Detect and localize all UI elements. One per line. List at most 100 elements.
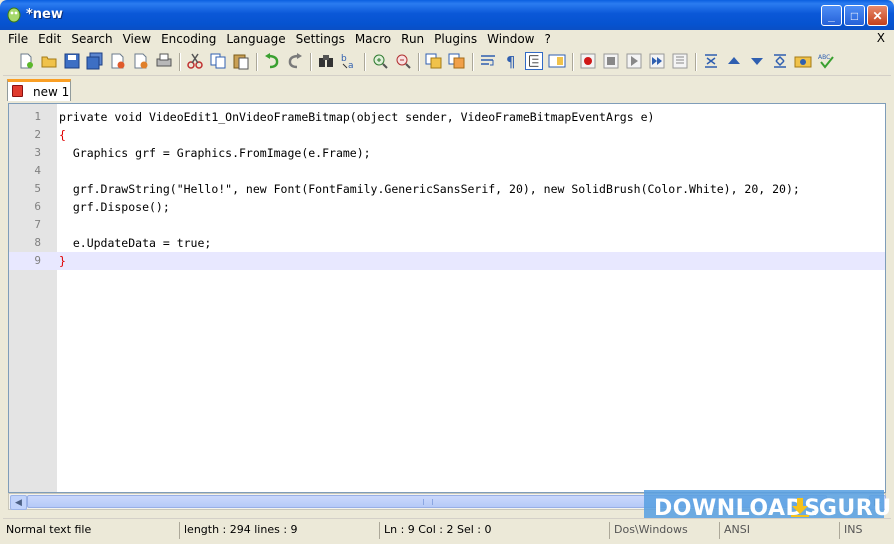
open-file-icon[interactable]: [40, 52, 58, 70]
status-eol: Dos\Windows: [614, 523, 688, 536]
toolbar-separator: [695, 53, 697, 71]
menu-edit[interactable]: Edit: [33, 30, 66, 48]
menu-macro[interactable]: Macro: [350, 30, 396, 48]
maximize-icon: □: [850, 9, 859, 23]
status-length: length : 294 lines : 9: [184, 523, 298, 536]
maximize-button[interactable]: □: [844, 5, 865, 26]
redo-icon[interactable]: [286, 52, 304, 70]
minimize-button[interactable]: _: [821, 5, 842, 26]
run-macro-multiple-icon[interactable]: [648, 52, 666, 70]
menu-view[interactable]: View: [118, 30, 156, 48]
status-file-type: Normal text file: [6, 523, 92, 536]
chevron-left-icon: ◀: [15, 497, 22, 507]
zoom-out-icon[interactable]: [394, 52, 412, 70]
code-line[interactable]: 5 grf.DrawString("Hello!", new Font(Font…: [9, 180, 885, 198]
unsaved-file-icon: [12, 85, 23, 97]
menu-language[interactable]: Language: [221, 30, 290, 48]
cut-icon[interactable]: [186, 52, 204, 70]
close-button[interactable]: ✕: [867, 5, 888, 26]
line-number: 3: [34, 146, 41, 159]
record-macro-icon[interactable]: [579, 52, 597, 70]
play-macro-icon[interactable]: [625, 52, 643, 70]
save-macro-icon[interactable]: [671, 52, 689, 70]
status-separator: [609, 522, 610, 539]
line-text: }: [59, 254, 66, 268]
status-insert-mode: INS: [844, 523, 863, 536]
close-file-icon[interactable]: [109, 52, 127, 70]
toolbar-separator: [472, 53, 474, 71]
line-text: e.UpdateData = true;: [59, 236, 212, 250]
toolbar-separator: [418, 53, 420, 71]
status-separator: [179, 522, 180, 539]
code-line[interactable]: 4: [9, 162, 885, 180]
save-all-icon[interactable]: [86, 52, 104, 70]
line-text: {: [59, 128, 66, 142]
toolbar: ba ¶ ABC: [3, 49, 891, 76]
code-line[interactable]: 8 e.UpdateData = true;: [9, 234, 885, 252]
stop-recording-icon[interactable]: [602, 52, 620, 70]
code-line[interactable]: 1 private void VideoEdit1_OnVideoFrameBit…: [9, 108, 885, 126]
toolbar-separator: [364, 53, 366, 71]
tab-new-1[interactable]: new 1: [7, 79, 71, 101]
menu-file[interactable]: File: [3, 30, 33, 48]
status-separator: [719, 522, 720, 539]
save-icon[interactable]: [63, 52, 81, 70]
sync-horizontal-icon[interactable]: [448, 52, 466, 70]
menu-search[interactable]: Search: [66, 30, 117, 48]
unfold-icon[interactable]: [771, 52, 789, 70]
new-file-icon[interactable]: [17, 52, 35, 70]
line-text: grf.Dispose();: [59, 200, 170, 214]
undo-icon[interactable]: [263, 52, 281, 70]
sync-vertical-icon[interactable]: [425, 52, 443, 70]
text-editor[interactable]: 1 private void VideoEdit1_OnVideoFrameBit…: [8, 103, 886, 493]
minimize-icon: _: [828, 9, 835, 23]
line-number: 9: [34, 254, 41, 267]
code-line[interactable]: 2{: [9, 126, 885, 144]
paste-icon[interactable]: [232, 52, 250, 70]
status-separator: [379, 522, 380, 539]
menu-help[interactable]: ?: [539, 30, 555, 48]
svg-text:ABC: ABC: [818, 54, 830, 61]
launch-browser-icon[interactable]: [794, 52, 812, 70]
line-number: 5: [34, 182, 41, 195]
scroll-left-button[interactable]: ◀: [10, 495, 27, 510]
code-line[interactable]: 7: [9, 216, 885, 234]
word-wrap-icon[interactable]: [479, 52, 497, 70]
up-icon[interactable]: [725, 52, 743, 70]
show-all-chars-icon[interactable]: ¶: [502, 52, 520, 70]
print-icon[interactable]: [155, 52, 173, 70]
menu-run[interactable]: Run: [396, 30, 429, 48]
toolbar-separator: [179, 53, 181, 71]
copy-icon[interactable]: [209, 52, 227, 70]
close-document-button[interactable]: X: [877, 31, 885, 45]
menu-settings[interactable]: Settings: [291, 30, 350, 48]
line-number: 2: [34, 128, 41, 141]
title-bar[interactable]: *new _ □ ✕: [0, 0, 894, 30]
code-line[interactable]: 6 grf.Dispose();: [9, 198, 885, 216]
menu-bar: File Edit Search View Encoding Language Settin…: [3, 30, 891, 49]
code-line[interactable]: 3 Graphics grf = Graphics.FromImage(e.Fr…: [9, 144, 885, 162]
zoom-in-icon[interactable]: [371, 52, 389, 70]
down-icon[interactable]: [748, 52, 766, 70]
status-encoding: ANSI: [724, 523, 750, 536]
replace-icon[interactable]: ba: [340, 52, 358, 70]
menu-plugins[interactable]: Plugins: [429, 30, 482, 48]
fold-all-icon[interactable]: [702, 52, 720, 70]
download-arrow-icon: [791, 498, 809, 517]
svg-text:b: b: [341, 54, 347, 64]
toolbar-separator: [572, 53, 574, 71]
status-separator: [839, 522, 840, 539]
document-map-icon[interactable]: [548, 52, 566, 70]
spell-check-icon[interactable]: ABC: [817, 52, 835, 70]
find-icon[interactable]: [317, 52, 335, 70]
current-code-line[interactable]: 9}: [9, 252, 885, 270]
close-all-icon[interactable]: [132, 52, 150, 70]
app-window: *new _ □ ✕ File Edit Search View Encoding Lan…: [0, 0, 894, 544]
indent-guide-icon[interactable]: [525, 52, 543, 70]
window-title: *new: [26, 7, 63, 22]
menu-window[interactable]: Window: [482, 30, 539, 48]
menu-encoding[interactable]: Encoding: [156, 30, 221, 48]
line-number: 6: [34, 200, 41, 213]
svg-text:a: a: [348, 61, 354, 70]
close-icon: ✕: [872, 9, 883, 23]
